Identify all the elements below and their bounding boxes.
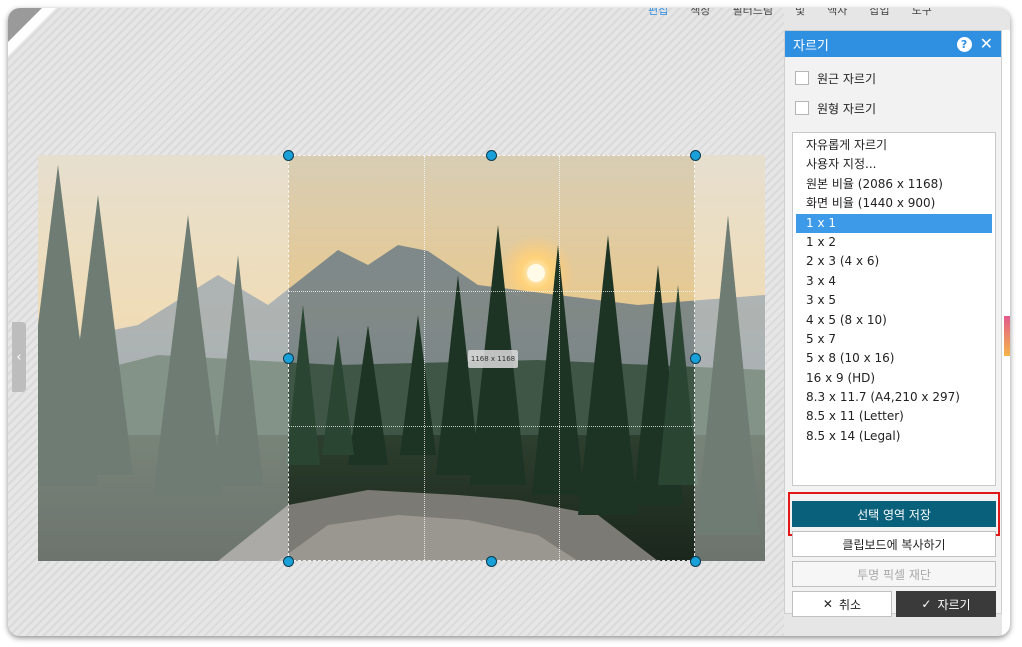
crop-handle-bottom[interactable]: [486, 556, 497, 567]
grid-line-h2: [289, 426, 694, 427]
ratio-item[interactable]: 화면 비율 (1440 x 900): [796, 194, 992, 213]
ratio-item[interactable]: 8.5 x 14 (Legal): [796, 427, 992, 446]
crop-handle-bottom-right[interactable]: [690, 556, 701, 567]
crop-handle-top[interactable]: [486, 150, 497, 161]
panel-header: 자르기 ? ✕: [785, 31, 1001, 57]
ratio-item[interactable]: 3 x 4: [796, 272, 992, 291]
crop-handle-left[interactable]: [283, 353, 294, 364]
grid-line-v1: [424, 156, 425, 560]
ratio-item[interactable]: 4 x 5 (8 x 10): [796, 311, 992, 330]
canvas-area[interactable]: 편집 색상 필터드림 빛 액자 삽입 도구 PRO ‹ 1168 x 1168: [8, 8, 932, 636]
app-window: 편집 색상 필터드림 빛 액자 삽입 도구 PRO ‹ 1168 x 1168 …: [8, 8, 1010, 636]
ratio-item[interactable]: 8.5 x 11 (Letter): [796, 407, 992, 426]
crop-handle-right[interactable]: [690, 353, 701, 364]
close-icon[interactable]: ✕: [980, 36, 993, 52]
ratio-item[interactable]: 16 x 9 (HD): [796, 369, 992, 388]
circle-crop-checkbox[interactable]: [795, 101, 809, 115]
ratio-item[interactable]: 사용자 지정...: [796, 155, 992, 174]
close-icon: ✕: [822, 597, 833, 611]
cancel-label: 취소: [838, 597, 862, 612]
action-buttons: ✕ 취소 ✓ 자르기: [792, 591, 996, 617]
check-icon: ✓: [921, 597, 932, 611]
ratio-item[interactable]: 5 x 7: [796, 330, 992, 349]
ratio-item[interactable]: 2 x 3 (4 x 6): [796, 252, 992, 271]
menu-filter[interactable]: 필터드림: [733, 8, 773, 18]
grid-line-v2: [559, 156, 560, 560]
ratio-item[interactable]: 원본 비율 (2086 x 1168): [796, 175, 992, 194]
ratio-item[interactable]: 5 x 8 (10 x 16): [796, 349, 992, 368]
grid-line-h1: [289, 291, 694, 292]
menu-frame[interactable]: 액자: [827, 8, 847, 18]
cancel-button[interactable]: ✕ 취소: [792, 591, 892, 617]
collapse-left-button[interactable]: ‹: [12, 322, 26, 392]
circle-crop-label: 원형 자르기: [817, 101, 877, 116]
chevron-left-icon: ‹: [16, 349, 22, 365]
menu-tools[interactable]: 도구: [912, 8, 932, 18]
menu-color[interactable]: 색상: [690, 8, 710, 18]
crop-apply-label: 자르기: [937, 597, 971, 612]
perspective-crop-option[interactable]: 원근 자르기: [785, 63, 1001, 93]
circle-crop-option[interactable]: 원형 자르기: [785, 93, 1001, 123]
ratio-item[interactable]: 1 x 2: [796, 233, 992, 252]
crop-handle-bottom-left[interactable]: [283, 556, 294, 567]
crop-panel: 자르기 ? ✕ 원근 자르기 원형 자르기 자유롭게 자르기 사용자 지정...…: [784, 30, 1002, 617]
crop-apply-button[interactable]: ✓ 자르기: [896, 591, 996, 617]
pro-badge-icon: PRO: [8, 8, 56, 56]
dim-right: [695, 155, 765, 561]
ratio-item[interactable]: 자유롭게 자르기: [796, 136, 992, 155]
dim-left: [38, 155, 288, 561]
ratio-item[interactable]: 3 x 5: [796, 291, 992, 310]
ratio-item-selected[interactable]: 1 x 1: [796, 213, 992, 233]
crop-handle-top-right[interactable]: [690, 150, 701, 161]
menu-edit[interactable]: 편집: [648, 8, 668, 18]
perspective-crop-label: 원근 자르기: [817, 71, 877, 86]
selection-size-label: 1168 x 1168: [468, 350, 518, 368]
panel-title: 자르기: [793, 38, 829, 54]
save-selection-button[interactable]: 선택 영역 저장: [792, 501, 996, 527]
top-menu: 편집 색상 필터드림 빛 액자 삽입 도구: [648, 8, 1010, 18]
ratio-item[interactable]: 8.3 x 11.7 (A4,210 x 297): [796, 388, 992, 407]
help-icon[interactable]: ?: [956, 36, 972, 52]
crop-handle-top-left[interactable]: [283, 150, 294, 161]
menu-light[interactable]: 빛: [795, 8, 805, 18]
aspect-ratio-list[interactable]: 자유롭게 자르기 사용자 지정... 원본 비율 (2086 x 1168) 화…: [792, 132, 996, 486]
trim-transparent-button[interactable]: 투명 픽셀 재단: [792, 561, 996, 587]
copy-clipboard-button[interactable]: 클립보드에 복사하기: [792, 531, 996, 557]
menu-insert[interactable]: 삽입: [869, 8, 889, 18]
right-edge-thumbnail: [1004, 316, 1010, 356]
perspective-crop-checkbox[interactable]: [795, 71, 809, 85]
